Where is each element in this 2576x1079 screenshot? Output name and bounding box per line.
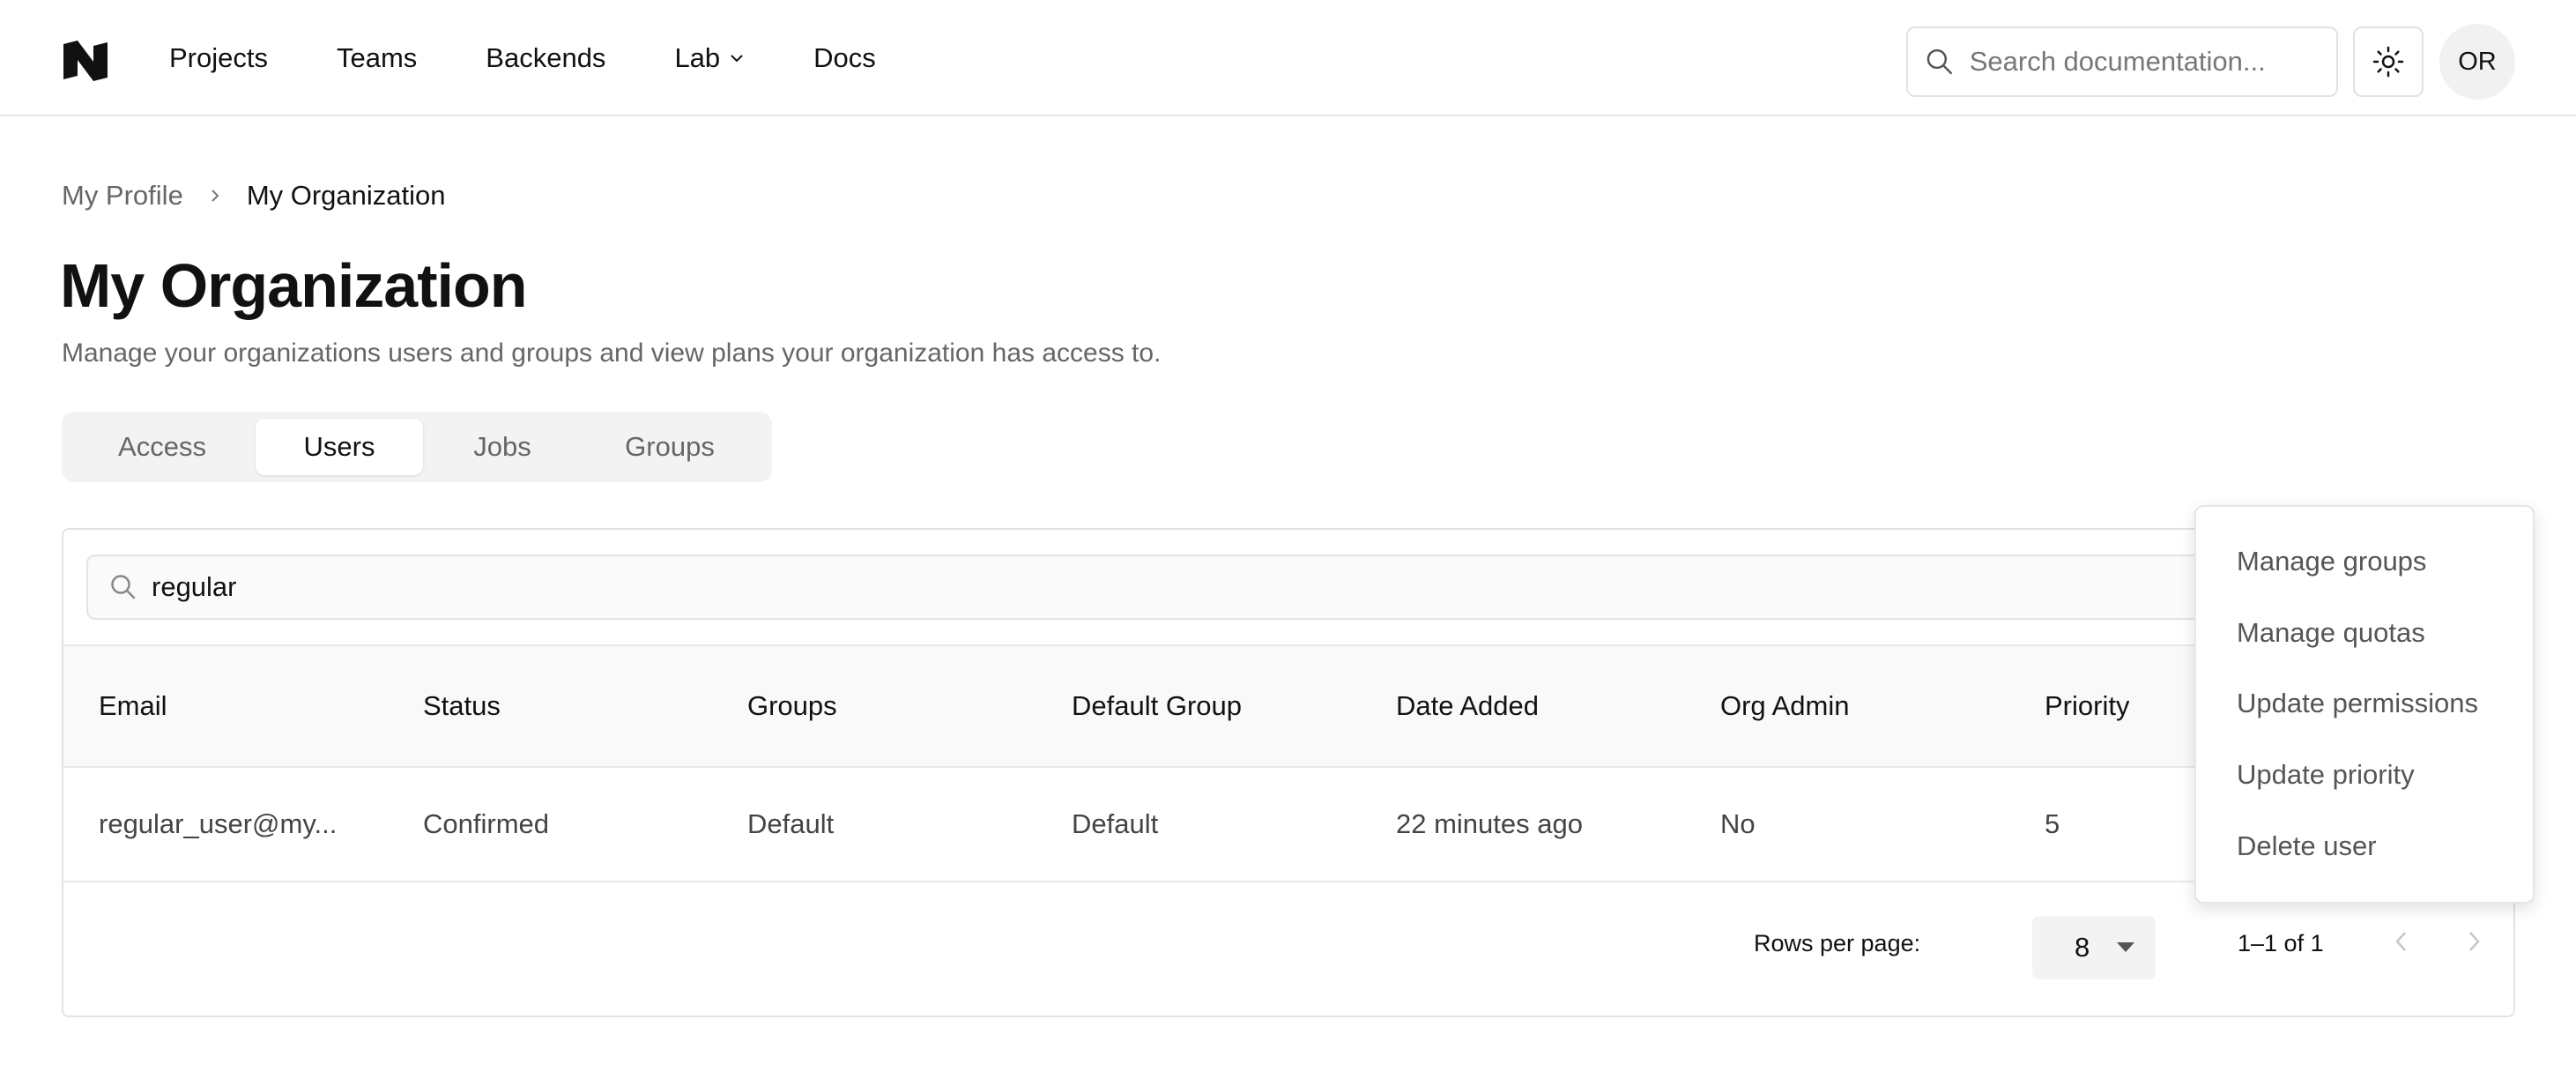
col-status[interactable]: Status <box>423 646 501 766</box>
nav-label: Projects <box>169 42 268 73</box>
nav-label: Lab <box>674 42 721 73</box>
menu-delete-user[interactable]: Delete user <box>2237 830 2377 862</box>
next-page-button[interactable] <box>2461 928 2487 955</box>
chevron-down-icon <box>731 55 743 63</box>
main-nav: Projects Teams Backends Lab Docs <box>169 0 945 116</box>
user-filter[interactable] <box>86 554 2378 620</box>
tab-jobs[interactable]: Jobs <box>423 419 582 475</box>
menu-manage-quotas[interactable]: Manage quotas <box>2237 617 2425 649</box>
nav-projects[interactable]: Projects <box>169 42 268 74</box>
menu-update-priority[interactable]: Update priority <box>2237 759 2415 791</box>
cell-priority: 5 <box>2045 808 2060 839</box>
table-row[interactable]: regular_user@my... Confirmed Default Def… <box>63 768 2513 882</box>
nav-label: Docs <box>813 42 876 73</box>
nav-docs[interactable]: Docs <box>813 42 876 74</box>
previous-page-button[interactable] <box>2388 928 2415 955</box>
nav-teams[interactable]: Teams <box>337 42 417 74</box>
table-pagination: Rows per page: 8 1–1 of 1 <box>63 882 2513 1016</box>
tab-access[interactable]: Access <box>69 419 256 475</box>
col-priority[interactable]: Priority <box>2045 646 2129 766</box>
rows-per-page-select[interactable]: 8 <box>2032 916 2156 979</box>
search-icon <box>111 575 136 599</box>
cell-status: Confirmed <box>423 808 549 839</box>
cell-groups: Default <box>747 808 835 839</box>
search-icon <box>1926 48 1952 75</box>
doc-search-input[interactable] <box>1969 46 2336 78</box>
sun-icon <box>2372 46 2404 78</box>
col-groups[interactable]: Groups <box>747 646 837 766</box>
menu-update-permissions[interactable]: Update permissions <box>2237 688 2478 719</box>
table-header: Email Status Groups Default Group Date A… <box>63 644 2513 768</box>
doc-search[interactable] <box>1906 26 2338 97</box>
col-date-added[interactable]: Date Added <box>1396 646 1539 766</box>
theme-toggle-button[interactable] <box>2353 26 2424 97</box>
breadcrumb: My Profile My Organization <box>62 180 446 212</box>
top-header: Projects Teams Backends Lab Docs OR <box>0 0 2576 116</box>
tab-groups[interactable]: Groups <box>582 419 758 475</box>
chevron-left-icon <box>2395 932 2406 951</box>
chevron-right-icon <box>2469 932 2480 951</box>
page-range: 1–1 of 1 <box>2238 930 2324 956</box>
logo-icon[interactable] <box>60 39 111 83</box>
col-email[interactable]: Email <box>99 646 167 766</box>
breadcrumb-current: My Organization <box>246 180 446 211</box>
nav-backends[interactable]: Backends <box>486 42 605 74</box>
tab-bar: Access Users Jobs Groups <box>62 412 772 482</box>
cell-default-group: Default <box>1072 808 1159 839</box>
chevron-right-icon <box>212 190 219 202</box>
nav-label: Teams <box>336 42 418 73</box>
rows-per-page-label: Rows per page: <box>1754 930 1921 956</box>
caret-down-icon <box>2117 942 2134 952</box>
user-actions-menu: Manage groups Manage quotas Update permi… <box>2194 505 2535 904</box>
nav-lab[interactable]: Lab <box>674 42 745 74</box>
breadcrumb-my-profile[interactable]: My Profile <box>62 180 183 212</box>
nav-label: Backends <box>486 42 606 73</box>
avatar[interactable]: OR <box>2439 24 2515 100</box>
cell-email: regular_user@my... <box>99 808 338 839</box>
page-description: Manage your organizations users and grou… <box>62 339 1162 368</box>
tab-users[interactable]: Users <box>256 419 423 475</box>
cell-date-added: 22 minutes ago <box>1396 808 1583 839</box>
rows-per-page-value: 8 <box>2075 932 2090 963</box>
col-org-admin[interactable]: Org Admin <box>1720 646 1849 766</box>
cell-org-admin: No <box>1720 808 1756 839</box>
menu-manage-groups[interactable]: Manage groups <box>2237 546 2426 577</box>
col-default-group[interactable]: Default Group <box>1072 646 1242 766</box>
page-title: My Organization <box>60 251 527 320</box>
user-filter-input[interactable] <box>152 571 1914 603</box>
users-panel: Email Status Groups Default Group Date A… <box>62 528 2515 1017</box>
